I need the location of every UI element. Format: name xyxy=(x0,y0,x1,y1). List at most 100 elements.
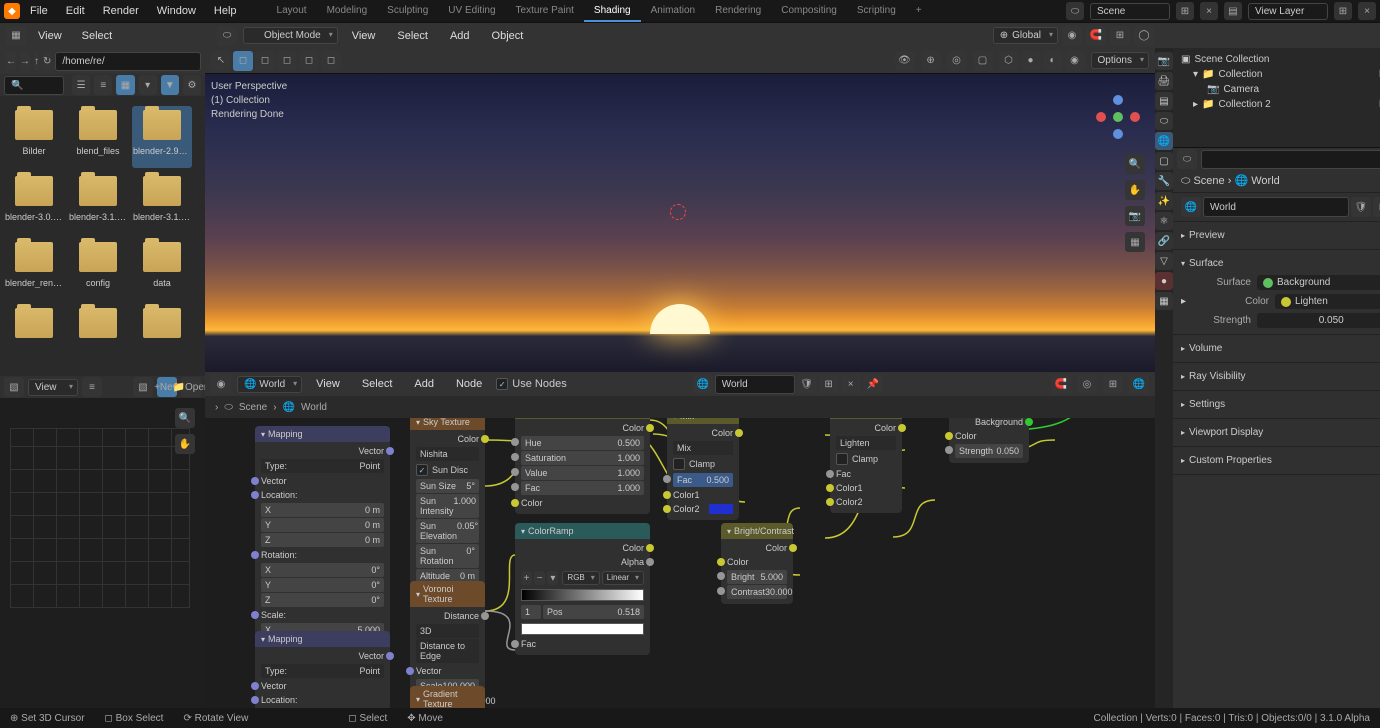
fb-editor-type-icon[interactable]: ▦ xyxy=(6,26,26,46)
folder-item[interactable]: blender-3.0.0.... xyxy=(4,172,64,234)
ptab-constraints-icon[interactable]: 🔗 xyxy=(1155,232,1173,250)
vp-editor-type-icon[interactable]: ⬭ xyxy=(217,26,237,46)
folder-item[interactable]: blender-3.1.0.... xyxy=(132,172,192,234)
pivot-icon[interactable]: ◉ xyxy=(1062,26,1082,46)
outliner-item[interactable]: 📷Camera👁📷 xyxy=(1177,82,1380,97)
ptab-texture-icon[interactable]: ▦ xyxy=(1155,292,1173,310)
prop-edit-icon[interactable]: ◯ xyxy=(1134,26,1154,46)
uv-grid[interactable] xyxy=(10,428,190,608)
folder-item[interactable]: blender_rend... xyxy=(4,238,64,300)
mode-dropdown[interactable]: Object Mode xyxy=(243,27,338,44)
world-new-icon[interactable]: ⊞ xyxy=(819,374,839,394)
vp-persp-icon[interactable]: ▦ xyxy=(1125,232,1145,252)
shade-solid-icon[interactable]: ● xyxy=(1021,51,1041,71)
scene-name-input[interactable] xyxy=(1090,3,1170,20)
viewlayer-icon[interactable]: ▤ xyxy=(1224,2,1242,20)
vp-view[interactable]: View xyxy=(344,27,384,45)
ptab-data-icon[interactable]: ▽ xyxy=(1155,252,1173,270)
color-mode[interactable]: RGB xyxy=(562,571,599,585)
world-del-icon[interactable]: × xyxy=(841,374,861,394)
ne-overlay-icon[interactable]: ◎ xyxy=(1077,374,1097,394)
view-grid-icon[interactable]: ▦ xyxy=(116,75,134,95)
bc-world[interactable]: World xyxy=(301,402,327,413)
panel-volume[interactable]: Volume xyxy=(1181,339,1380,358)
field-value[interactable]: Point xyxy=(359,461,380,471)
vp-select[interactable]: Select xyxy=(389,27,436,45)
ne-shader-type[interactable]: 🌐 World xyxy=(237,376,302,393)
menu-window[interactable]: Window xyxy=(149,2,204,20)
fb-select-menu[interactable]: Select xyxy=(74,27,121,45)
folder-item[interactable]: blender-3.1.0.... xyxy=(68,172,128,234)
ne-view[interactable]: View xyxy=(308,375,348,393)
menu-file[interactable]: File xyxy=(22,2,56,20)
nav-gizmo[interactable] xyxy=(1093,92,1143,142)
panel-surface[interactable]: Surface xyxy=(1181,254,1380,273)
snap-type-icon[interactable]: ⊞ xyxy=(1110,26,1130,46)
new-scene-icon[interactable]: ⊞ xyxy=(1176,2,1194,20)
node-mapping-2[interactable]: Mapping Vector Type:Point Vector Locatio… xyxy=(255,631,390,716)
new-icon[interactable]: ⊞ xyxy=(1373,197,1380,217)
ptab-physics-icon[interactable]: ⚛ xyxy=(1155,212,1173,230)
ne-select[interactable]: Select xyxy=(354,375,401,393)
ne-add[interactable]: Add xyxy=(406,375,442,393)
tab-uv[interactable]: UV Editing xyxy=(438,1,505,22)
viewport-3d[interactable]: User Perspective (1) Collection Renderin… xyxy=(205,74,1155,372)
expand-icon[interactable]: ▸ xyxy=(1181,296,1193,307)
world-browse-icon[interactable]: 🌐 xyxy=(693,374,713,394)
view-list-icon[interactable]: ≡ xyxy=(94,75,112,95)
ptab-object-icon[interactable]: ▢ xyxy=(1155,152,1173,170)
ptab-scene-icon[interactable]: ⬭ xyxy=(1155,112,1173,130)
node-lighten[interactable]: Lighten Color Lighten Clamp Fac Color1 C… xyxy=(830,418,902,513)
new-viewlayer-icon[interactable]: ⊞ xyxy=(1334,2,1352,20)
menu-render[interactable]: Render xyxy=(95,2,147,20)
outliner-item[interactable]: ▾📁Collection☑👁📷 xyxy=(1177,67,1380,82)
nav-up-icon[interactable]: ↑ xyxy=(34,51,39,71)
panel-custom-props[interactable]: Custom Properties xyxy=(1181,451,1380,470)
ne-snap-icon[interactable]: 🧲 xyxy=(1051,374,1071,394)
img-open-btn[interactable]: 📁 Open xyxy=(181,377,201,397)
folder-item[interactable]: data xyxy=(132,238,192,300)
shade-wire-icon[interactable]: ⬡ xyxy=(999,51,1019,71)
menu-edit[interactable]: Edit xyxy=(58,2,93,20)
node-header[interactable]: Mapping xyxy=(255,426,390,442)
img-zoom-icon[interactable]: 🔍 xyxy=(175,408,195,428)
overlays-icon[interactable]: ◎ xyxy=(947,51,967,71)
stop-menu-icon[interactable]: ▾ xyxy=(547,571,558,585)
ptab-output-icon[interactable]: 🖨 xyxy=(1155,72,1173,90)
folder-item[interactable]: blend_files xyxy=(68,106,128,168)
view-sort-icon[interactable]: ▾ xyxy=(139,75,157,95)
add-stop-icon[interactable]: + xyxy=(521,571,532,585)
bc-label[interactable]: Scene xyxy=(1193,175,1224,187)
ne-backdrop-icon[interactable]: 🌐 xyxy=(1129,374,1149,394)
shield-icon[interactable]: 🛡 xyxy=(1351,197,1371,217)
folder-item[interactable] xyxy=(4,304,64,366)
ne-node[interactable]: Node xyxy=(448,375,490,393)
node-mix[interactable]: Mix Color Mix Clamp Fac0.500 Color1 Colo… xyxy=(667,418,739,520)
ptab-render-icon[interactable]: 📷 xyxy=(1155,52,1173,70)
use-nodes-toggle[interactable]: ✓ Use Nodes xyxy=(496,378,566,390)
color-preview[interactable] xyxy=(521,623,644,635)
sel3-icon[interactable]: ◻ xyxy=(277,51,297,71)
nav-refresh-icon[interactable]: ↻ xyxy=(43,51,51,71)
delete-viewlayer-icon[interactable]: × xyxy=(1358,2,1376,20)
panel-viewport-display[interactable]: Viewport Display xyxy=(1181,423,1380,442)
folder-item[interactable]: config xyxy=(68,238,128,300)
image-editor-area[interactable]: 🔍 ✋ xyxy=(0,398,205,716)
folder-item[interactable]: Bilder xyxy=(4,106,64,168)
vp-pan-icon[interactable]: ✋ xyxy=(1125,180,1145,200)
bc-label[interactable]: World xyxy=(1251,175,1280,187)
interp-mode[interactable]: Linear xyxy=(602,571,644,585)
del-stop-icon[interactable]: − xyxy=(534,571,545,585)
vp-object[interactable]: Object xyxy=(484,27,532,45)
snap-icon[interactable]: 🧲 xyxy=(1086,26,1106,46)
img-menu-icon[interactable]: ≡ xyxy=(82,377,102,397)
outliner-root[interactable]: ▣Scene Collection xyxy=(1177,52,1380,67)
panel-ray-visibility[interactable]: Ray Visibility xyxy=(1181,367,1380,386)
strength-input[interactable]: 0.050 xyxy=(1257,313,1380,328)
fb-search-input[interactable] xyxy=(4,76,64,95)
sel5-icon[interactable]: ◻ xyxy=(321,51,341,71)
path-input[interactable] xyxy=(55,52,201,71)
world-name-input[interactable] xyxy=(715,375,795,394)
node-background[interactable]: Background Background Color Strength0.05… xyxy=(949,418,1029,463)
shade-render-icon[interactable]: ◉ xyxy=(1065,51,1085,71)
